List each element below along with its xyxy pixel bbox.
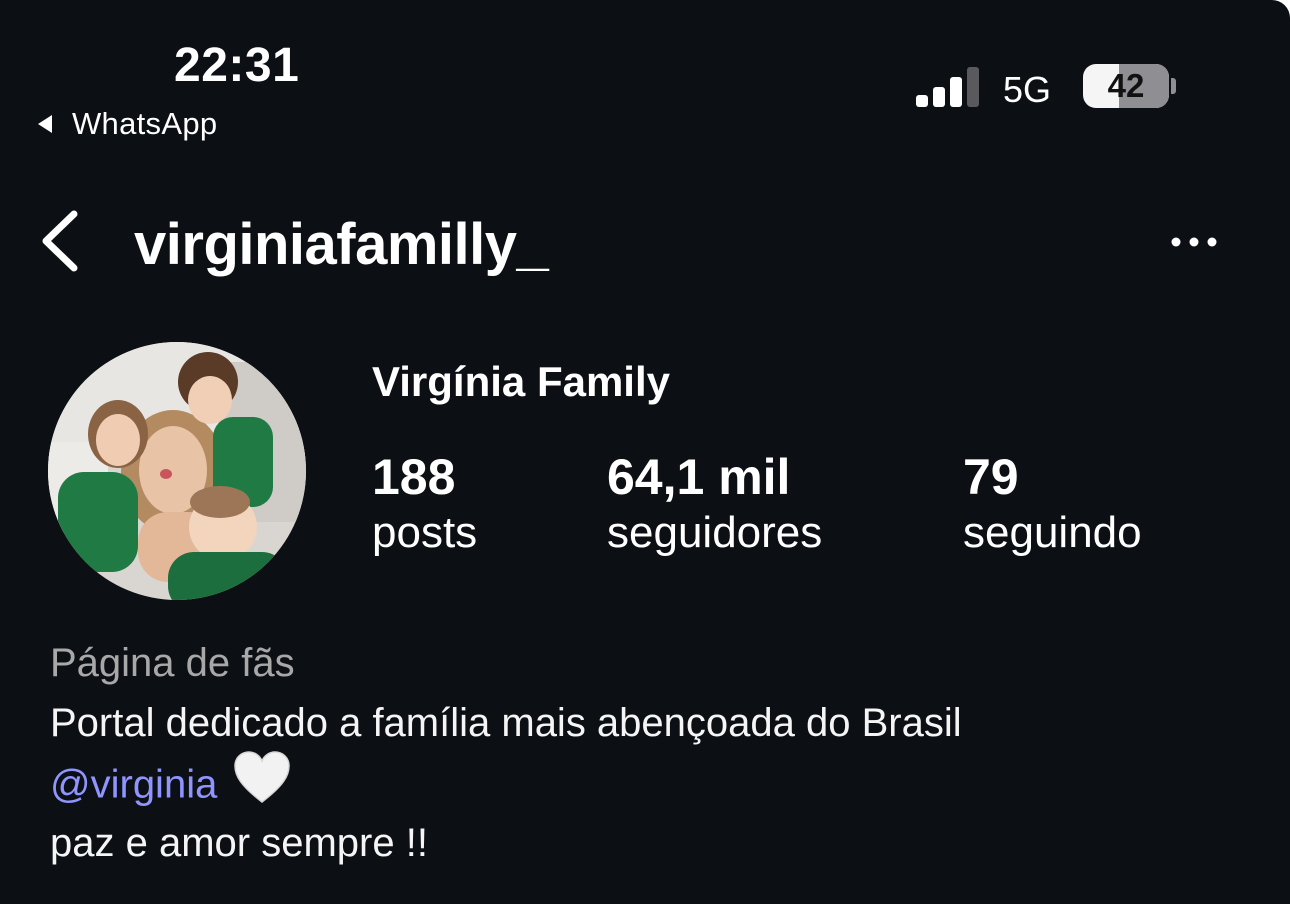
back-app-label: WhatsApp (72, 106, 218, 141)
stat-followers[interactable]: 64,1 mil seguidores (607, 448, 822, 560)
back-to-app-button[interactable]: WhatsApp (38, 104, 217, 144)
stat-posts-count: 188 (372, 449, 456, 505)
stat-following-label: seguindo (963, 508, 1142, 557)
signal-bar-3 (950, 77, 962, 107)
back-triangle-icon (38, 115, 52, 133)
profile-category: Página de fãs (50, 641, 295, 685)
stat-posts-label: posts (372, 508, 478, 557)
chevron-left-icon (42, 210, 78, 272)
back-button[interactable] (38, 206, 86, 276)
stat-following-count: 79 (963, 449, 1019, 505)
signal-bar-4 (967, 67, 979, 107)
network-type: 5G (1003, 69, 1052, 110)
white-heart-icon (233, 750, 291, 816)
more-options-button[interactable] (1166, 226, 1222, 258)
profile-avatar[interactable] (48, 342, 306, 600)
stat-posts[interactable]: 188 posts (372, 448, 477, 560)
battery-tip (1171, 78, 1176, 94)
status-time: 22:31 (174, 39, 300, 92)
battery-percent: 42 (1107, 67, 1145, 104)
bio-line-1: Portal dedicado a família mais abençoada… (50, 701, 962, 745)
signal-bar-1 (916, 95, 928, 107)
cellular-signal-icon (916, 67, 980, 107)
bio-mention-link[interactable]: @virginia (50, 763, 217, 807)
profile-display-name: Virgínia Family (372, 358, 670, 405)
more-horizontal-icon (1171, 237, 1217, 247)
stat-following[interactable]: 79 seguindo (963, 448, 1142, 560)
stat-followers-label: seguidores (607, 508, 823, 557)
instagram-profile-screen: 22:31 WhatsApp 5G 42 virginiafamilly_ Vi… (0, 0, 1290, 904)
avatar-photo (48, 342, 306, 600)
signal-bar-2 (933, 87, 945, 107)
bio-line-2: @virginia (50, 751, 291, 816)
profile-username: virginiafamilly_ (134, 212, 549, 277)
bio-line-3: paz e amor sempre !! (50, 821, 428, 865)
battery-icon: 42 (1083, 64, 1169, 108)
stat-followers-count: 64,1 mil (607, 449, 791, 505)
